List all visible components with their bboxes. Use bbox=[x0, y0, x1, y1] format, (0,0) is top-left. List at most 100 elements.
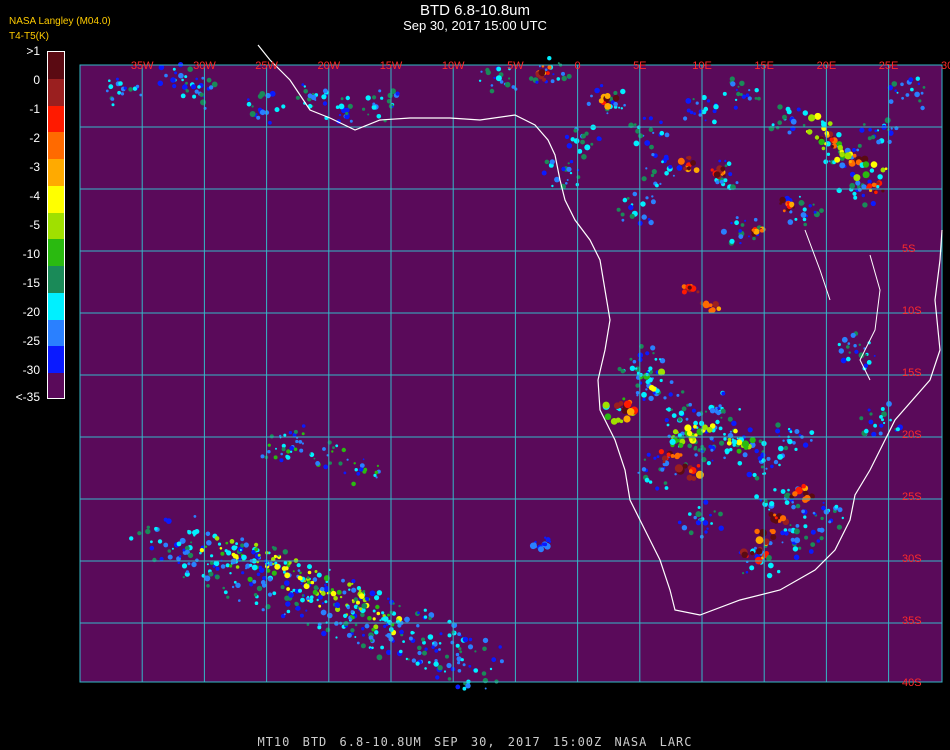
cloud-pixel bbox=[181, 563, 188, 569]
cloud-pixel bbox=[224, 549, 228, 553]
cloud-pixel bbox=[246, 101, 252, 107]
cloud-pixel bbox=[749, 437, 756, 444]
cloud-pixel bbox=[703, 300, 710, 307]
cloud-pixel bbox=[760, 465, 764, 469]
cloud-pixel bbox=[379, 619, 382, 622]
cloud-pixel bbox=[254, 542, 259, 547]
cloud-pixel bbox=[543, 542, 548, 547]
cloud-pixel bbox=[298, 440, 303, 444]
cloud-pixel bbox=[375, 604, 380, 610]
cloud-pixel bbox=[586, 101, 591, 106]
cloud-pixel bbox=[794, 537, 801, 544]
cloud-pixel bbox=[215, 566, 220, 571]
cloud-pixel bbox=[802, 110, 808, 116]
cloud-pixel bbox=[225, 541, 229, 545]
cloud-pixel bbox=[267, 577, 273, 582]
cloud-pixel bbox=[247, 576, 253, 582]
cloud-pixel bbox=[152, 557, 157, 563]
cloud-pixel bbox=[874, 129, 878, 133]
cloud-pixel bbox=[834, 156, 841, 163]
cloud-pixel bbox=[378, 89, 382, 93]
cloud-pixel bbox=[778, 463, 781, 467]
cloud-pixel bbox=[182, 576, 185, 579]
cloud-pixel bbox=[129, 536, 134, 541]
cloud-pixel bbox=[214, 574, 220, 580]
cloud-pixel bbox=[888, 99, 894, 104]
cloud-pixel bbox=[267, 592, 273, 597]
cloud-pixel bbox=[417, 611, 420, 615]
cloud-pixel bbox=[327, 612, 333, 619]
cloud-pixel bbox=[798, 195, 801, 198]
cloud-pixel bbox=[376, 590, 383, 596]
cloud-pixel bbox=[864, 428, 869, 434]
cloud-pixel bbox=[792, 441, 796, 445]
cloud-pixel bbox=[720, 228, 727, 235]
cloud-pixel bbox=[773, 459, 779, 465]
cloud-pixel bbox=[709, 513, 712, 517]
cloud-pixel bbox=[894, 89, 897, 92]
cloud-pixel bbox=[691, 408, 696, 413]
cloud-pixel bbox=[688, 402, 692, 407]
cloud-pixel bbox=[254, 547, 259, 552]
cloud-pixel bbox=[569, 171, 573, 175]
cloud-pixel bbox=[172, 84, 177, 89]
cloud-pixel bbox=[650, 199, 656, 205]
cloud-pixel bbox=[623, 103, 626, 107]
cloud-pixel bbox=[682, 463, 688, 469]
cloud-pixel bbox=[256, 115, 261, 120]
cloud-pixel bbox=[876, 139, 881, 145]
cloud-pixel bbox=[316, 572, 322, 578]
cloud-pixel bbox=[256, 585, 263, 592]
cloud-pixel bbox=[618, 106, 621, 109]
cloud-pixel bbox=[565, 182, 568, 185]
cloud-pixel bbox=[713, 510, 716, 513]
cloud-pixel bbox=[465, 683, 471, 689]
cloud-pixel bbox=[490, 84, 494, 87]
cloud-pixel bbox=[338, 461, 343, 466]
cloud-pixel bbox=[734, 220, 739, 226]
cloud-pixel bbox=[157, 80, 164, 87]
cloud-pixel bbox=[185, 89, 189, 93]
cloud-pixel bbox=[321, 94, 327, 100]
cloud-pixel bbox=[683, 116, 688, 121]
cloud-pixel bbox=[745, 93, 750, 98]
cloud-pixel bbox=[769, 501, 775, 507]
cloud-pixel bbox=[301, 432, 305, 436]
cloud-pixel bbox=[549, 159, 555, 165]
cloud-pixel bbox=[819, 208, 824, 214]
cloud-pixel bbox=[261, 608, 265, 612]
cloud-pixel bbox=[695, 511, 702, 518]
cloud-pixel bbox=[240, 537, 245, 542]
cloud-pixel bbox=[361, 627, 365, 631]
cloud-pixel bbox=[185, 81, 188, 85]
cloud-pixel bbox=[335, 444, 339, 448]
cloud-pixel bbox=[720, 416, 723, 419]
cloud-pixel bbox=[484, 687, 487, 690]
cloud-pixel bbox=[626, 197, 630, 200]
cloud-pixel bbox=[286, 449, 291, 454]
cloud-pixel bbox=[635, 391, 640, 395]
cloud-pixel bbox=[803, 515, 807, 519]
cloud-pixel bbox=[190, 541, 193, 544]
cloud-pixel bbox=[837, 145, 843, 151]
cloud-pixel bbox=[178, 555, 182, 558]
cloud-pixel bbox=[723, 456, 726, 460]
cloud-pixel bbox=[552, 73, 555, 76]
cloud-pixel bbox=[787, 438, 793, 445]
cloud-pixel bbox=[293, 429, 298, 434]
cloud-pixel bbox=[330, 590, 337, 597]
cloud-pixel bbox=[771, 123, 775, 127]
cloud-pixel bbox=[292, 570, 295, 573]
cloud-pixel bbox=[557, 62, 560, 65]
cloud-pixel bbox=[853, 174, 861, 182]
cloud-pixel bbox=[443, 670, 447, 673]
cloud-pixel bbox=[307, 595, 310, 599]
cloud-pixel bbox=[365, 596, 370, 601]
cloud-pixel bbox=[846, 356, 851, 362]
cloud-pixel bbox=[813, 210, 817, 214]
cloud-pixel bbox=[806, 129, 813, 135]
cloud-pixel bbox=[810, 542, 816, 547]
longitude-label: 10W bbox=[442, 60, 465, 72]
cloud-pixel bbox=[876, 129, 880, 132]
cloud-pixel bbox=[691, 476, 697, 481]
